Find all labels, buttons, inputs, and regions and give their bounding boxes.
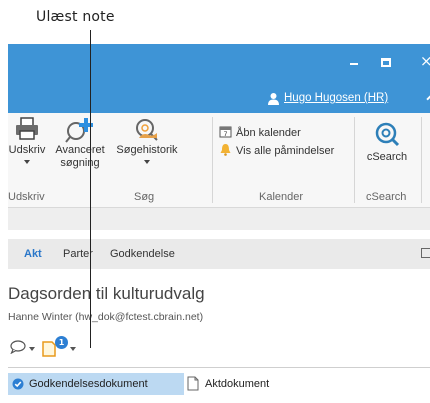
- user-link[interactable]: Hugo Hugosen (HR): [284, 92, 388, 104]
- document-subtitle: Hanne Winter (hw_dok@fctest.cbrain.net): [8, 311, 204, 323]
- user-icon: [268, 93, 279, 105]
- calendar-icon: 7: [219, 126, 232, 138]
- toolbar-strip: [8, 208, 430, 230]
- print-button[interactable]: Udskriv: [8, 117, 46, 164]
- open-calendar-button[interactable]: 7 Åbn kalender: [219, 125, 301, 139]
- tab-akt[interactable]: Akt: [24, 248, 42, 260]
- csearch-label: cSearch: [366, 151, 408, 163]
- separator: [212, 117, 213, 203]
- open-calendar-label: Åbn kalender: [236, 127, 301, 139]
- tab-bar: Akt Parter Godkendelse: [8, 239, 430, 269]
- search-history-button[interactable]: Søgehistorik: [114, 117, 180, 164]
- advanced-search-label-1: Avanceret: [55, 144, 105, 156]
- doc-tab-label: Aktdokument: [205, 378, 270, 390]
- close-icon[interactable]: ×: [420, 52, 430, 70]
- action-icon-row: 1: [8, 336, 128, 360]
- document-icon: [187, 376, 199, 391]
- print-label: Udskriv: [8, 144, 46, 156]
- show-reminders-label: Vis alle påmindelser: [236, 145, 335, 157]
- show-reminders-button[interactable]: Vis alle påmindelser: [219, 143, 334, 157]
- ribbon: Udskriv Avanceret søgning Søgehistorik 7…: [8, 113, 430, 208]
- callout-line: [90, 30, 91, 348]
- note-icon[interactable]: [42, 341, 56, 357]
- chevron-down-icon: [144, 160, 150, 164]
- chevron-down-icon: [24, 160, 30, 164]
- search-history-icon: [136, 119, 158, 141]
- expand-icon[interactable]: [421, 248, 430, 258]
- comment-icon[interactable]: [10, 340, 26, 354]
- doc-tab-label: Godkendelsesdokument: [29, 378, 148, 390]
- separator: [421, 117, 422, 203]
- doc-tab-approval-document[interactable]: Godkendelsesdokument: [8, 373, 184, 395]
- callout-label: Ulæst note: [36, 9, 115, 25]
- group-label-calendar: Kalender: [259, 191, 304, 203]
- bell-icon: [220, 144, 231, 156]
- csearch-icon: [375, 122, 400, 147]
- csearch-button[interactable]: cSearch: [361, 121, 413, 164]
- separator: [354, 117, 355, 203]
- group-label-csearch: cSearch: [366, 191, 407, 203]
- unread-badge: 1: [55, 336, 68, 349]
- minimize-icon[interactable]: [350, 63, 358, 65]
- group-label-search: Søg: [134, 191, 155, 203]
- advanced-search-label-2: søgning: [60, 157, 100, 169]
- chevron-down-icon[interactable]: [70, 347, 76, 351]
- printer-icon: [16, 117, 38, 140]
- advanced-search-button[interactable]: Avanceret søgning: [48, 117, 112, 170]
- group-label-print: Udskriv: [8, 191, 45, 203]
- chevron-down-icon[interactable]: [29, 347, 35, 351]
- document-title: Dagsorden til kulturudvalg: [8, 284, 205, 303]
- svg-text:7: 7: [224, 131, 228, 138]
- check-circle-icon: [12, 378, 24, 390]
- chevron-up-icon[interactable]: [426, 93, 430, 105]
- search-history-label: Søgehistorik: [116, 144, 178, 156]
- title-bar: × Hugo Hugosen (HR): [8, 44, 430, 113]
- tab-godkendelse[interactable]: Godkendelse: [110, 248, 175, 260]
- tab-parter[interactable]: Parter: [63, 248, 93, 260]
- divider: [8, 367, 430, 368]
- maximize-icon[interactable]: [381, 58, 391, 67]
